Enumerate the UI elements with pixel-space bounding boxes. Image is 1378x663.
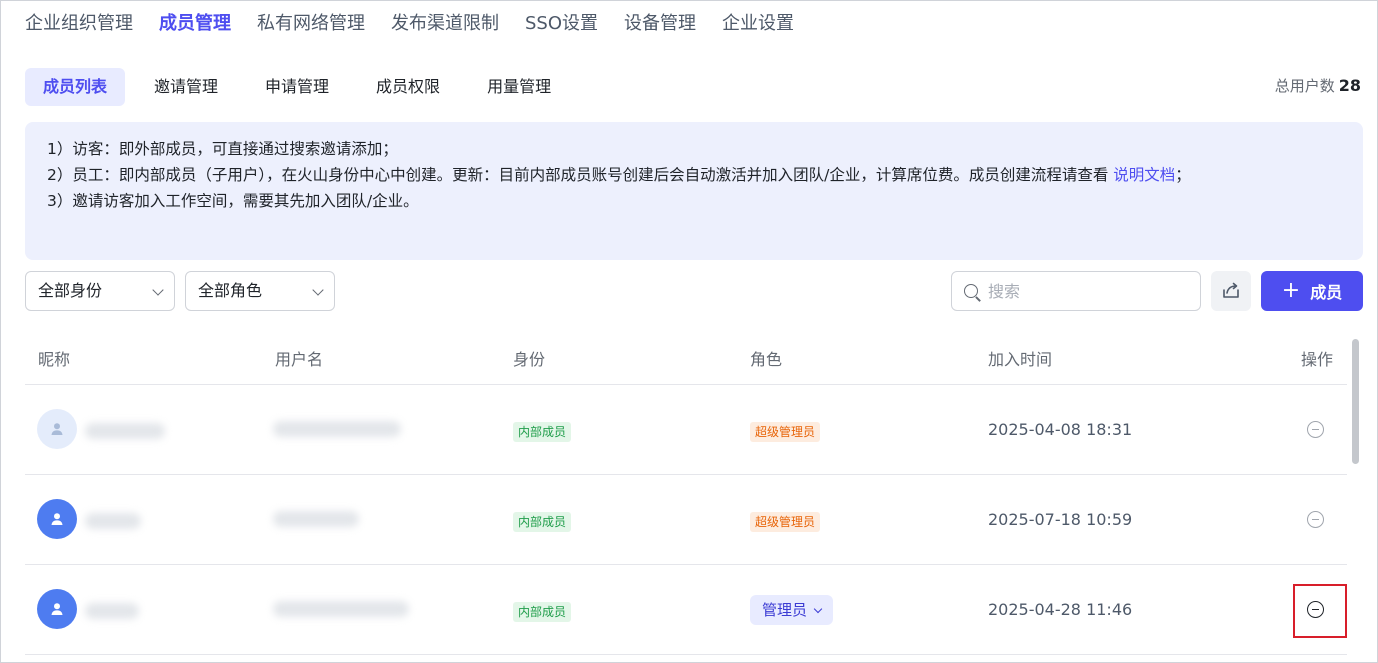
tab-member-permissions[interactable]: 成员权限	[358, 68, 458, 106]
nickname-redacted	[85, 423, 165, 439]
tab-member-list[interactable]: 成员列表	[25, 68, 126, 106]
header-join-time: 加入时间	[988, 350, 1053, 369]
identity-filter-value: 全部身份	[38, 281, 103, 300]
tab-apply-management[interactable]: 申请管理	[247, 68, 347, 106]
table-header: 昵称 用户名 身份 角色 加入时间 操作	[25, 335, 1347, 385]
remove-member-icon[interactable]	[1307, 601, 1324, 618]
role-tag: 超级管理员	[750, 512, 821, 532]
header-identity: 身份	[513, 350, 546, 369]
top-nav: 企业组织管理 成员管理 私有网络管理 发布渠道限制 SSO设置 设备管理 企业设…	[25, 9, 820, 39]
nickname-redacted	[85, 603, 139, 619]
search-icon	[964, 284, 978, 298]
table-scrollbar[interactable]	[1352, 339, 1359, 464]
join-time: 2025-04-28 11:46	[988, 600, 1133, 619]
role-filter-value: 全部角色	[198, 281, 263, 300]
role-select-value: 管理员	[762, 601, 808, 619]
table-row: 内部成员 管理员 2025-04-28 11:46	[25, 565, 1347, 655]
nav-org-management[interactable]: 企业组织管理	[25, 9, 133, 39]
nav-release-channel[interactable]: 发布渠道限制	[391, 9, 499, 39]
remove-member-icon[interactable]	[1307, 511, 1324, 528]
avatar	[37, 589, 77, 629]
table-row: 内部成员 超级管理员 2025-04-08 18:31	[25, 385, 1347, 475]
plus-icon: +	[1281, 278, 1301, 303]
username-redacted	[273, 601, 409, 617]
search-input[interactable]	[988, 272, 1188, 310]
doc-link[interactable]: 说明文档	[1113, 166, 1175, 184]
notice-line-3: 3）邀请访客加入工作空间，需要其先加入团队/企业。	[47, 192, 419, 210]
role-select[interactable]: 管理员	[750, 595, 834, 625]
user-count-label: 总用户数	[1274, 77, 1335, 95]
info-notice: 1）访客：即外部成员，可直接通过搜索邀请添加； 2）员工：即内部成员（子用户），…	[25, 122, 1363, 260]
user-icon	[51, 513, 63, 525]
add-member-label: 成员	[1310, 283, 1343, 302]
identity-filter-select[interactable]: 全部身份	[25, 271, 175, 311]
add-member-button[interactable]: + 成员	[1261, 271, 1363, 311]
table-row: 内部成员 超级管理员 2025-07-18 10:59	[25, 475, 1347, 565]
chevron-down-icon	[813, 604, 823, 614]
tab-usage-management[interactable]: 用量管理	[469, 68, 569, 106]
header-nickname: 昵称	[38, 350, 71, 369]
notice-line-2-text: 2）员工：即内部成员（子用户），在火山身份中心中创建。更新：目前内部成员账号创建…	[47, 166, 1114, 184]
total-user-count: 总用户数 28	[1275, 75, 1361, 96]
nav-sso-settings[interactable]: SSO设置	[525, 9, 598, 39]
nav-member-management[interactable]: 成员管理	[159, 9, 231, 39]
nickname-redacted	[85, 513, 141, 529]
avatar	[37, 499, 77, 539]
notice-line-2: 2）员工：即内部成员（子用户），在火山身份中心中创建。更新：目前内部成员账号创建…	[47, 162, 1341, 188]
tab-invite-management[interactable]: 邀请管理	[136, 68, 236, 106]
role-filter-select[interactable]: 全部角色	[185, 271, 335, 311]
export-button[interactable]	[1211, 271, 1251, 311]
member-table: 昵称 用户名 身份 角色 加入时间 操作 内部成员 超级管理员 2025-04-…	[25, 335, 1347, 655]
export-icon	[1223, 282, 1239, 298]
identity-tag: 内部成员	[513, 602, 572, 622]
chevron-down-icon	[152, 284, 164, 296]
sub-tabs: 成员列表 邀请管理 申请管理 成员权限 用量管理	[25, 68, 580, 106]
nav-enterprise-settings[interactable]: 企业设置	[722, 9, 794, 39]
nav-device-management[interactable]: 设备管理	[624, 9, 696, 39]
identity-tag: 内部成员	[513, 422, 572, 442]
avatar	[37, 409, 77, 449]
header-actions: 操作	[1301, 350, 1334, 369]
header-username: 用户名	[275, 350, 324, 369]
notice-line-2-end: ；	[1175, 166, 1191, 184]
app-frame: 企业组织管理 成员管理 私有网络管理 发布渠道限制 SSO设置 设备管理 企业设…	[0, 0, 1378, 663]
user-icon	[51, 603, 63, 615]
join-time: 2025-04-08 18:31	[988, 420, 1133, 439]
search-box	[951, 271, 1201, 311]
join-time: 2025-07-18 10:59	[988, 510, 1133, 529]
username-redacted	[273, 421, 401, 437]
chevron-down-icon	[312, 284, 324, 296]
notice-line-1: 1）访客：即外部成员，可直接通过搜索邀请添加；	[47, 140, 398, 158]
user-count-value: 28	[1338, 76, 1361, 95]
header-role: 角色	[750, 350, 783, 369]
identity-tag: 内部成员	[513, 512, 572, 532]
nav-private-network[interactable]: 私有网络管理	[257, 9, 365, 39]
role-tag: 超级管理员	[750, 422, 821, 442]
remove-member-icon[interactable]	[1307, 421, 1324, 438]
user-icon	[51, 423, 63, 435]
username-redacted	[273, 511, 359, 527]
